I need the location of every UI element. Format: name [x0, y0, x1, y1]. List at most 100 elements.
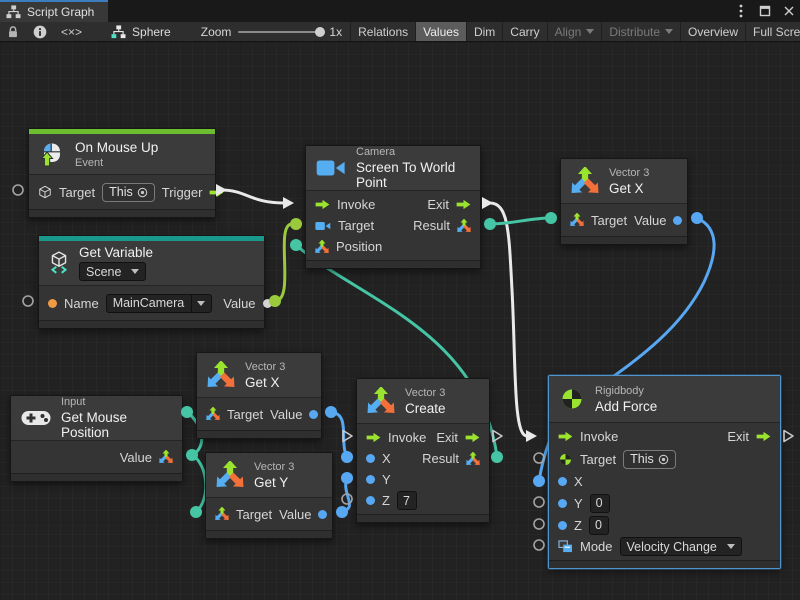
dropdown-caret-icon: [131, 269, 139, 274]
object-port-icon: [263, 299, 272, 308]
vector3-port-icon: [457, 219, 471, 233]
position-port-label: Position: [336, 239, 382, 254]
variable-name-dropdown[interactable]: MainCamera: [106, 294, 213, 313]
value-port-label: Value: [223, 296, 255, 311]
flow-arrow-icon: [456, 199, 471, 210]
zoom-label: Zoom: [201, 25, 232, 39]
exit-port-label: Exit: [436, 430, 458, 445]
info-icon: [33, 25, 47, 39]
target-port-label: Target: [59, 185, 95, 200]
target-port-label: Target: [338, 218, 374, 233]
toolbar-button-carry[interactable]: Carry: [503, 22, 546, 41]
value-port-label: Value: [270, 407, 302, 422]
toolbar-button-dim[interactable]: Dim: [467, 22, 502, 41]
vector3-port-icon: [206, 407, 220, 421]
object-picker-icon[interactable]: [137, 187, 148, 198]
node-get-mouse-position[interactable]: Input Get Mouse Position Value: [10, 395, 183, 482]
graph-name: Sphere: [132, 25, 171, 39]
node-on-mouse-up[interactable]: On Mouse Up Event Target This Trigger: [28, 128, 216, 218]
name-port-label: Name: [64, 296, 99, 311]
flow-arrow-icon: [366, 432, 381, 443]
float-port-icon: [558, 521, 567, 530]
y-value-field[interactable]: 0: [590, 494, 610, 513]
vector3-icon: [216, 461, 244, 489]
dropdown-caret-icon: [665, 29, 673, 34]
mouse-up-icon: [39, 141, 65, 167]
node-screen-to-world-point[interactable]: Camera Screen To World Point Invoke Exit…: [305, 145, 481, 269]
toolbar-button-overview[interactable]: Overview: [681, 22, 745, 41]
float-port-icon: [318, 510, 327, 519]
flow-arrow-icon: [558, 431, 573, 442]
rigidbody-icon: [559, 386, 585, 412]
z-port-label: Z: [382, 493, 390, 508]
info-button[interactable]: [26, 22, 54, 41]
float-port-icon: [366, 496, 375, 505]
float-port-icon: [366, 454, 375, 463]
node-get-x-mid[interactable]: Vector 3 Get X Target Value: [196, 352, 322, 439]
node-vector3-create[interactable]: Vector 3 Create Invoke Exit X Result Y: [356, 378, 490, 523]
float-port-icon: [558, 477, 567, 486]
float-port-icon: [366, 475, 375, 484]
node-title: Add Force: [595, 399, 657, 414]
node-title: On Mouse Up: [75, 140, 158, 155]
maximize-button[interactable]: [758, 3, 772, 19]
zoom-control: Zoom 1x: [193, 22, 350, 41]
toolbar-button-fullscreen[interactable]: Full Screen: [746, 22, 800, 41]
node-group: Vector 3: [254, 461, 294, 473]
variable-scope-dropdown[interactable]: Scene: [79, 262, 146, 281]
target-port-label: Target: [580, 452, 616, 467]
exit-port-label: Exit: [427, 197, 449, 212]
graph-icon: [6, 5, 21, 19]
node-title: Get Variable: [79, 245, 153, 260]
code-view-button[interactable]: <×>: [54, 22, 89, 41]
y-port-label: Y: [574, 496, 583, 511]
node-get-variable[interactable]: Get Variable Scene Name MainCamera Value: [38, 235, 265, 329]
exit-port-label: Exit: [727, 429, 749, 444]
string-port-icon: [48, 299, 57, 308]
toolbar-button-values[interactable]: Values: [416, 22, 466, 41]
dropdown-caret-icon: [586, 29, 594, 34]
object-picker-icon[interactable]: [658, 454, 669, 465]
node-subtitle: Event: [75, 157, 158, 169]
vector3-icon: [571, 167, 599, 195]
target-object-field[interactable]: This: [623, 450, 676, 469]
node-add-force[interactable]: Rigidbody Add Force Invoke Exit Target T…: [548, 375, 781, 569]
node-group: Input: [61, 396, 172, 408]
value-port-label: Value: [634, 213, 666, 228]
window-menu-button[interactable]: [734, 3, 748, 19]
tab-script-graph[interactable]: Script Graph: [0, 0, 108, 22]
toolbar-button-align[interactable]: Align: [548, 22, 602, 41]
node-get-y[interactable]: Vector 3 Get Y Target Value: [205, 452, 333, 539]
rigidbody-port-icon: [558, 452, 573, 467]
node-title: Get Mouse Position: [61, 410, 172, 440]
x-port-label: X: [382, 451, 391, 466]
vector3-port-icon: [570, 213, 584, 227]
node-title: Get X: [609, 181, 649, 196]
toolbar-button-distribute[interactable]: Distribute: [602, 22, 680, 41]
zoom-slider-handle[interactable]: [315, 27, 325, 37]
code-view-label: <×>: [61, 25, 82, 39]
close-button[interactable]: [782, 3, 796, 19]
variable-icon: [49, 251, 69, 275]
camera-port-icon: [315, 220, 331, 232]
float-port-icon: [558, 499, 567, 508]
graph-breadcrumb[interactable]: Sphere: [103, 22, 179, 41]
kebab-icon: [739, 4, 743, 18]
z-value-field[interactable]: 0: [589, 516, 609, 535]
graph-breadcrumb-icon: [111, 25, 126, 39]
lock-button[interactable]: [0, 22, 26, 41]
float-port-icon: [673, 216, 682, 225]
target-object-field[interactable]: This: [102, 183, 155, 202]
node-get-x-top[interactable]: Vector 3 Get X Target Value: [560, 158, 688, 245]
toolbar-button-relations[interactable]: Relations: [351, 22, 415, 41]
node-title: Create: [405, 401, 446, 416]
node-title: Get Y: [254, 475, 294, 490]
y-port-label: Y: [382, 472, 391, 487]
flow-arrow-icon: [465, 432, 480, 443]
zoom-slider[interactable]: [238, 31, 322, 33]
zoom-value: 1x: [329, 25, 342, 39]
mode-port-label: Mode: [580, 539, 613, 554]
z-value-field[interactable]: 7: [397, 491, 417, 510]
mode-dropdown[interactable]: Velocity Change: [620, 537, 742, 556]
camera-icon: [316, 157, 346, 179]
